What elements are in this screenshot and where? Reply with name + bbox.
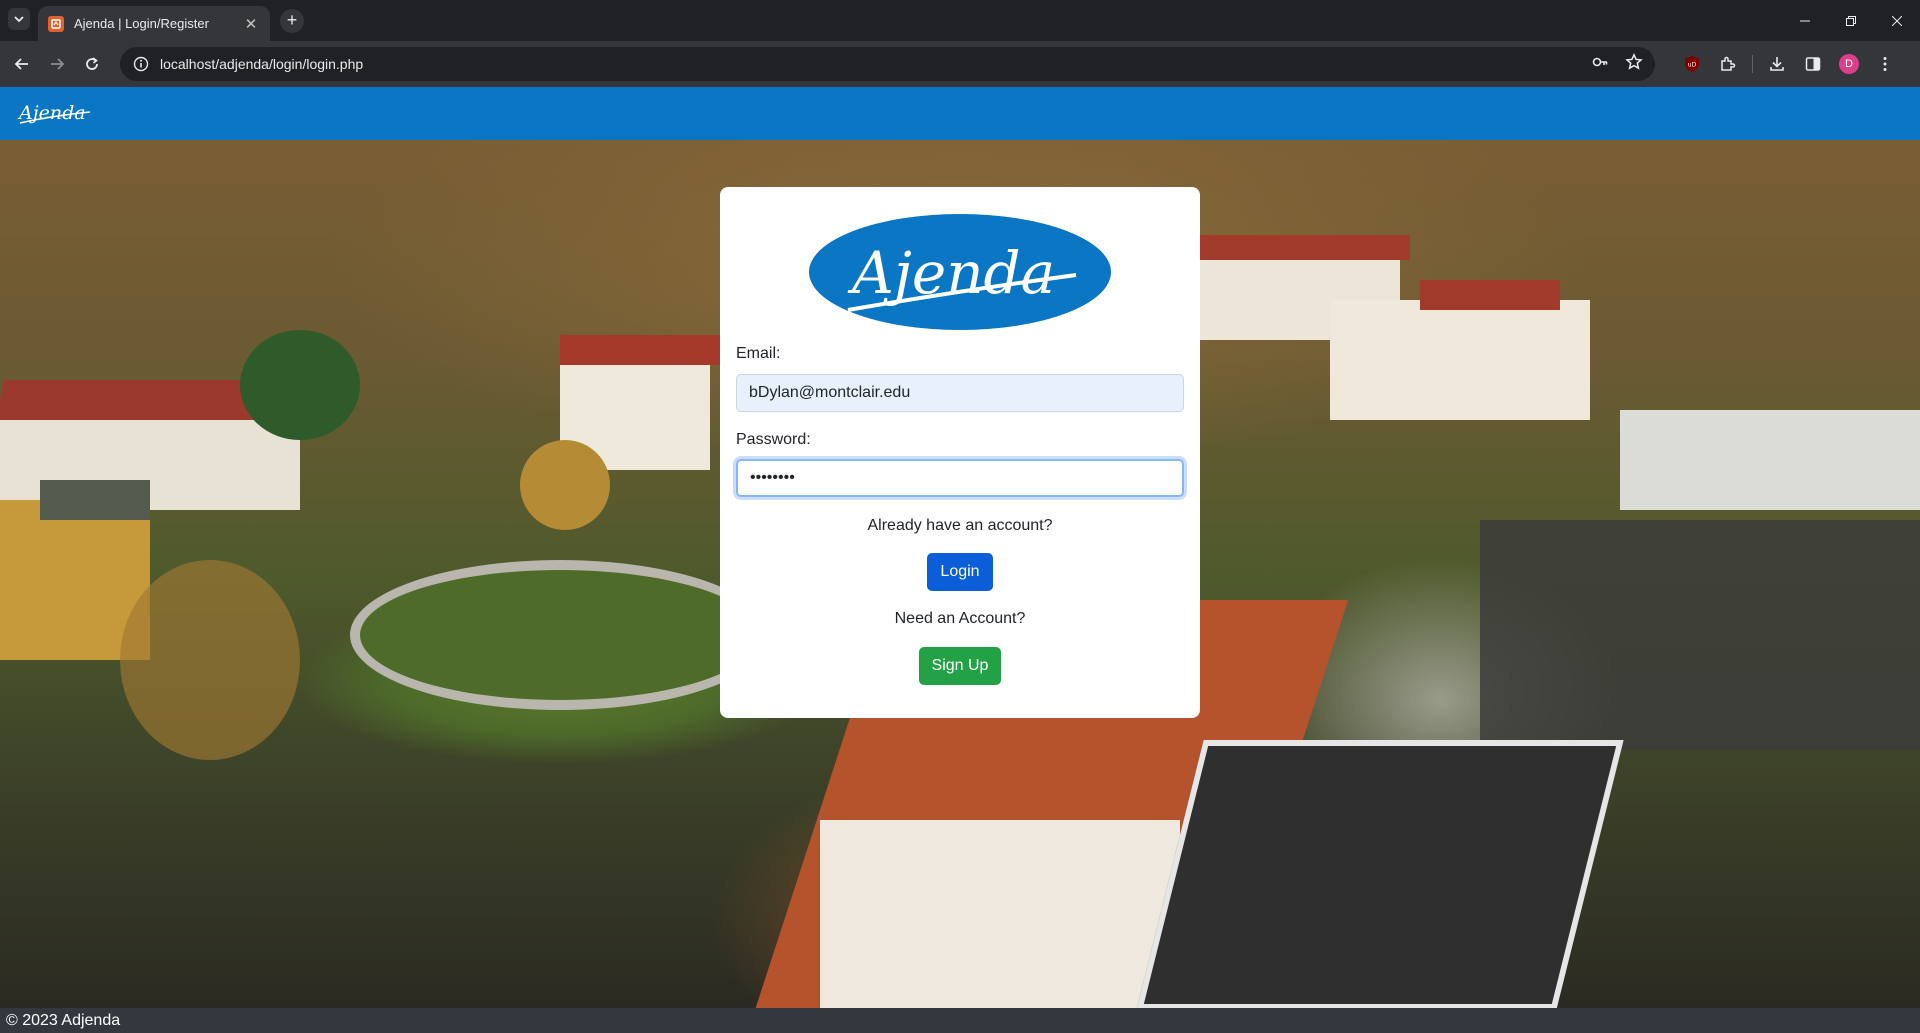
bg-circular-lawn: [350, 560, 770, 710]
downloads-icon[interactable]: [1765, 52, 1789, 76]
browser-tab-active[interactable]: Ajenda | Login/Register ✕: [38, 6, 270, 41]
login-button[interactable]: Login: [927, 553, 993, 591]
reload-icon: [86, 57, 98, 70]
tab-search-button[interactable]: [8, 8, 30, 30]
browser-toolbar: localhost/adjenda/login/login.php uD D: [0, 41, 1920, 87]
forward-button[interactable]: [45, 52, 69, 76]
bg-roof-right: [1200, 235, 1410, 260]
footer-copyright: © 2023 Adjenda: [6, 1012, 121, 1029]
tab-title: Ajenda | Login/Register: [74, 16, 209, 31]
navbar-brand-logo[interactable]: Ajenda: [16, 98, 94, 133]
reload-button[interactable]: [80, 52, 104, 76]
page-footer: © 2023 Adjenda: [0, 1008, 1920, 1033]
svg-text:uD: uD: [1688, 62, 1697, 69]
puzzle-extensions-icon[interactable]: [1716, 52, 1740, 76]
browser-tabstrip: Ajenda | Login/Register ✕ +: [0, 0, 1920, 41]
close-window-button[interactable]: [1874, 0, 1920, 41]
bg-pine-tree: [240, 330, 360, 440]
bg-roof-center: [560, 335, 720, 365]
browser-menu-icon[interactable]: [1873, 52, 1897, 76]
need-account-text: Need an Account?: [894, 610, 1026, 627]
bg-bare-tree: [120, 560, 300, 760]
bg-yellow-tree: [520, 440, 610, 530]
restore-button[interactable]: [1828, 0, 1874, 41]
bg-roof-right-2: [1420, 280, 1560, 310]
side-panel-icon[interactable]: [1801, 52, 1825, 76]
bg-white-roof: [1620, 410, 1920, 510]
toolbar-separator: [1752, 55, 1753, 73]
tab-close-icon[interactable]: ✕: [242, 15, 260, 33]
bg-building-right-2: [1330, 300, 1590, 420]
site-info-icon[interactable]: [132, 55, 150, 73]
ajenda-logo: Ajenda: [809, 214, 1111, 330]
email-field[interactable]: [736, 374, 1184, 412]
address-bar[interactable]: localhost/adjenda/login/login.php: [120, 47, 1655, 81]
back-button[interactable]: [10, 52, 34, 76]
email-label: Email:: [736, 345, 781, 362]
arrow-left-icon: [14, 58, 28, 70]
card-logo: Ajenda: [808, 213, 1112, 336]
site-navbar: Ajenda: [0, 87, 1920, 140]
password-label: Password:: [736, 431, 811, 448]
arrow-right-icon: [51, 58, 65, 70]
chevron-down-icon: [14, 16, 24, 23]
svg-text:Ajenda: Ajenda: [847, 239, 1055, 307]
restore-icon: [1846, 15, 1856, 26]
window-controls: [1782, 0, 1920, 41]
minimize-button[interactable]: [1782, 0, 1828, 41]
bg-parking-lot: [1480, 520, 1920, 750]
bookmark-star-icon[interactable]: [1625, 52, 1643, 76]
bg-roof-yellow: [40, 480, 150, 520]
url-text: localhost/adjenda/login/login.php: [160, 56, 364, 72]
minimize-icon: [1800, 20, 1810, 21]
brand-logo: Ajenda: [17, 102, 91, 124]
profile-avatar[interactable]: D: [1837, 52, 1861, 76]
new-tab-button[interactable]: +: [280, 9, 304, 33]
favicon-icon: [48, 15, 64, 32]
login-card: Ajenda Email: Password: Already have an …: [720, 187, 1200, 718]
close-icon: [1892, 15, 1902, 26]
password-field[interactable]: [736, 459, 1184, 497]
ublock-extension-icon[interactable]: uD: [1680, 52, 1704, 76]
extensions-area: uD D: [1680, 52, 1897, 76]
signup-button[interactable]: Sign Up: [919, 647, 1001, 685]
password-key-icon[interactable]: [1591, 53, 1609, 76]
already-account-text: Already have an account?: [867, 517, 1053, 534]
bg-white-wall: [820, 820, 1180, 1008]
bg-flat-roof: [1136, 740, 1624, 1008]
